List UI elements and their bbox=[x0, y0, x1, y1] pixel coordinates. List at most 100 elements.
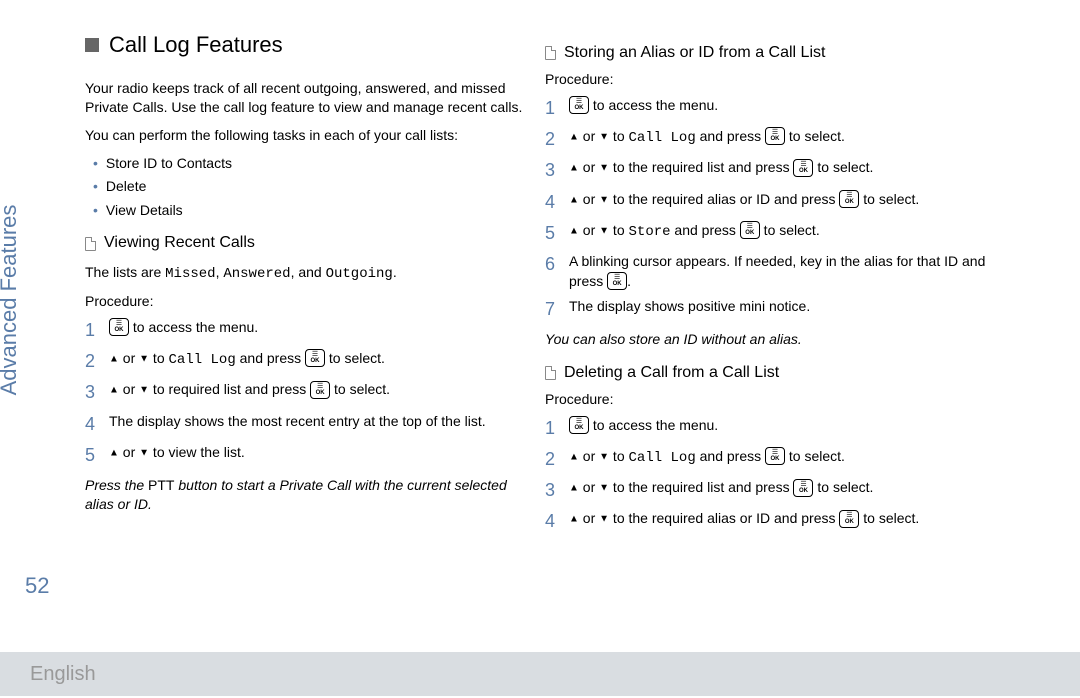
down-arrow-icon: ▼ bbox=[599, 194, 609, 205]
step-number: 2 bbox=[85, 349, 99, 374]
square-bullet-icon bbox=[85, 38, 99, 52]
side-section-label: Advanced Features bbox=[0, 205, 25, 396]
intro-paragraph-2: You can perform the following tasks in e… bbox=[85, 126, 525, 146]
step-text: ▲ or ▼ to Store and press ☰OK to select. bbox=[569, 221, 1005, 246]
ok-button-icon: ☰OK bbox=[607, 272, 627, 290]
step-text: ☰OK to access the menu. bbox=[569, 416, 1005, 441]
step-text: A blinking cursor appears. If needed, ke… bbox=[569, 252, 1005, 291]
step-number: 7 bbox=[545, 297, 559, 322]
intro-paragraph-1: Your radio keeps track of all recent out… bbox=[85, 79, 525, 118]
step-number: 6 bbox=[545, 252, 559, 291]
down-arrow-icon: ▼ bbox=[599, 451, 609, 462]
document-icon bbox=[545, 46, 556, 60]
down-arrow-icon: ▼ bbox=[599, 131, 609, 142]
step-number: 4 bbox=[85, 412, 99, 437]
step-text: ▲ or ▼ to Call Log and press ☰OK to sele… bbox=[569, 447, 1005, 472]
ok-button-icon: ☰OK bbox=[569, 416, 589, 434]
subheading: Storing an Alias or ID from a Call List bbox=[564, 42, 825, 64]
down-arrow-icon: ▼ bbox=[139, 385, 149, 396]
step-text: ▲ or ▼ to view the list. bbox=[109, 443, 525, 468]
document-icon bbox=[545, 366, 556, 380]
main-heading-row: Call Log Features bbox=[85, 30, 525, 61]
step-number: 1 bbox=[545, 96, 559, 121]
down-arrow-icon: ▼ bbox=[139, 353, 149, 364]
down-arrow-icon: ▼ bbox=[139, 447, 149, 458]
step-number: 1 bbox=[85, 318, 99, 343]
bullet-icon: • bbox=[93, 177, 98, 197]
subheading-row: Storing an Alias or ID from a Call List bbox=[545, 42, 1005, 64]
subheading-row: Viewing Recent Calls bbox=[85, 232, 525, 254]
up-arrow-icon: ▲ bbox=[569, 131, 579, 142]
step-text: ▲ or ▼ to required list and press ☰OK to… bbox=[109, 380, 525, 405]
bullet-item: Store ID to Contacts bbox=[106, 154, 232, 174]
bullet-icon: • bbox=[93, 154, 98, 174]
ok-button-icon: ☰OK bbox=[765, 127, 785, 145]
list-description: The lists are Missed, Answered, and Outg… bbox=[85, 263, 525, 285]
down-arrow-icon: ▼ bbox=[599, 483, 609, 494]
bullet-list: • Store ID to Contacts • Delete • View Deta… bbox=[85, 154, 525, 221]
ok-button-icon: ☰OK bbox=[793, 159, 813, 177]
page-content: Advanced Features 52 Call Log Features Y… bbox=[0, 0, 1080, 652]
procedure-label: Procedure: bbox=[545, 390, 1005, 410]
ok-button-icon: ☰OK bbox=[740, 221, 760, 239]
step-number: 2 bbox=[545, 127, 559, 152]
step-number: 4 bbox=[545, 190, 559, 215]
step-number: 1 bbox=[545, 416, 559, 441]
step-text: The display shows the most recent entry … bbox=[109, 412, 525, 437]
up-arrow-icon: ▲ bbox=[569, 514, 579, 525]
ok-button-icon: ☰OK bbox=[305, 349, 325, 367]
up-arrow-icon: ▲ bbox=[569, 194, 579, 205]
up-arrow-icon: ▲ bbox=[569, 451, 579, 462]
down-arrow-icon: ▼ bbox=[599, 163, 609, 174]
step-text: ☰OK to access the menu. bbox=[109, 318, 525, 343]
footer-bar: English bbox=[0, 652, 1080, 696]
step-text: ▲ or ▼ to Call Log and press ☰OK to sele… bbox=[109, 349, 525, 374]
ok-button-icon: ☰OK bbox=[765, 447, 785, 465]
up-arrow-icon: ▲ bbox=[109, 447, 119, 458]
subheading-row: Deleting a Call from a Call List bbox=[545, 362, 1005, 384]
step-number: 3 bbox=[545, 478, 559, 503]
procedure-label: Procedure: bbox=[545, 70, 1005, 90]
up-arrow-icon: ▲ bbox=[569, 163, 579, 174]
step-number: 2 bbox=[545, 447, 559, 472]
subheading: Deleting a Call from a Call List bbox=[564, 362, 779, 384]
bullet-item: View Details bbox=[106, 201, 183, 221]
ok-button-icon: ☰OK bbox=[109, 318, 129, 336]
ok-button-icon: ☰OK bbox=[310, 381, 330, 399]
bullet-item: Delete bbox=[106, 177, 146, 197]
step-text: ▲ or ▼ to the required list and press ☰O… bbox=[569, 158, 1005, 183]
down-arrow-icon: ▼ bbox=[599, 514, 609, 525]
steps-list: 1 ☰OK to access the menu. 2 ▲ or ▼ to Call… bbox=[85, 318, 525, 468]
step-text: ▲ or ▼ to the required alias or ID and p… bbox=[569, 190, 1005, 215]
step-text: ▲ or ▼ to Call Log and press ☰OK to sele… bbox=[569, 127, 1005, 152]
document-icon bbox=[85, 237, 96, 251]
ok-button-icon: ☰OK bbox=[793, 479, 813, 497]
step-number: 3 bbox=[85, 380, 99, 405]
step-number: 5 bbox=[85, 443, 99, 468]
step-text: ▲ or ▼ to the required alias or ID and p… bbox=[569, 509, 1005, 534]
footer-language: English bbox=[30, 660, 96, 688]
subheading: Viewing Recent Calls bbox=[104, 232, 255, 254]
step-text: ☰OK to access the menu. bbox=[569, 96, 1005, 121]
steps-list: 1 ☰OK to access the menu. 2 ▲ or ▼ to Call… bbox=[545, 416, 1005, 535]
step-text: The display shows positive mini notice. bbox=[569, 297, 1005, 322]
up-arrow-icon: ▲ bbox=[109, 385, 119, 396]
note-text: Press the PTT button to start a Private … bbox=[85, 476, 525, 515]
step-text: ▲ or ▼ to the required list and press ☰O… bbox=[569, 478, 1005, 503]
bullet-icon: • bbox=[93, 201, 98, 221]
page-number: 52 bbox=[25, 571, 49, 602]
up-arrow-icon: ▲ bbox=[569, 225, 579, 236]
ok-button-icon: ☰OK bbox=[839, 190, 859, 208]
ok-button-icon: ☰OK bbox=[569, 96, 589, 114]
main-heading: Call Log Features bbox=[109, 30, 283, 61]
up-arrow-icon: ▲ bbox=[569, 483, 579, 494]
left-column: Call Log Features Your radio keeps track… bbox=[85, 30, 545, 642]
step-number: 3 bbox=[545, 158, 559, 183]
ok-button-icon: ☰OK bbox=[839, 510, 859, 528]
right-column: Storing an Alias or ID from a Call List … bbox=[545, 30, 1025, 642]
note-text: You can also store an ID without an alia… bbox=[545, 330, 1005, 350]
down-arrow-icon: ▼ bbox=[599, 225, 609, 236]
step-number: 5 bbox=[545, 221, 559, 246]
step-number: 4 bbox=[545, 509, 559, 534]
up-arrow-icon: ▲ bbox=[109, 353, 119, 364]
